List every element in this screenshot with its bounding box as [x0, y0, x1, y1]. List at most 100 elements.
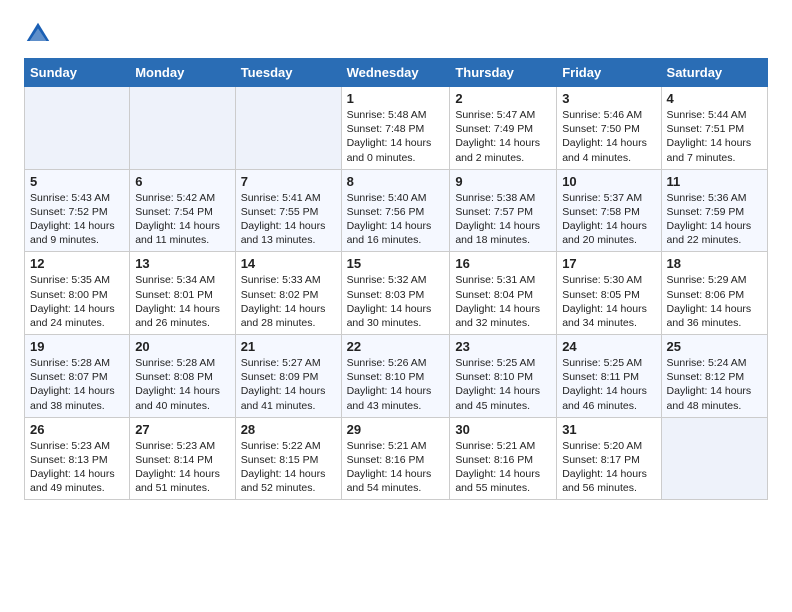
- day-number: 15: [347, 256, 445, 271]
- day-number: 11: [667, 174, 762, 189]
- day-number: 19: [30, 339, 124, 354]
- day-info: Sunrise: 5:32 AMSunset: 8:03 PMDaylight:…: [347, 273, 445, 330]
- weekday-header-tuesday: Tuesday: [235, 59, 341, 87]
- logo: [24, 20, 56, 48]
- day-cell: 16Sunrise: 5:31 AMSunset: 8:04 PMDayligh…: [450, 252, 557, 335]
- day-info: Sunrise: 5:38 AMSunset: 7:57 PMDaylight:…: [455, 191, 551, 248]
- day-number: 3: [562, 91, 655, 106]
- week-row-4: 19 Sunrise: 5:28 AMSunset: 8:07 PMDayligh…: [25, 335, 768, 418]
- week-row-1: 1 Sunrise: 5:48 AMSunset: 7:48 PMDaylight…: [25, 87, 768, 170]
- day-number: 23: [455, 339, 551, 354]
- day-info: Sunrise: 5:23 AMSunset: 8:14 PMDaylight:…: [135, 439, 230, 496]
- day-info: Sunrise: 5:27 AMSunset: 8:09 PMDaylight:…: [241, 356, 336, 413]
- weekday-header-row: SundayMondayTuesdayWednesdayThursdayFrid…: [25, 59, 768, 87]
- day-info: Sunrise: 5:25 AMSunset: 8:10 PMDaylight:…: [455, 356, 551, 413]
- weekday-header-monday: Monday: [130, 59, 236, 87]
- day-cell: [661, 417, 767, 500]
- day-number: 22: [347, 339, 445, 354]
- day-cell: 7 Sunrise: 5:41 AMSunset: 7:55 PMDaylight…: [235, 169, 341, 252]
- day-number: 18: [667, 256, 762, 271]
- day-cell: 13 Sunrise: 5:34 AMSunset: 8:01 PMDayligh…: [130, 252, 236, 335]
- day-info: Sunrise: 5:25 AMSunset: 8:11 PMDaylight:…: [562, 356, 655, 413]
- day-info: Sunrise: 5:21 AMSunset: 8:16 PMDaylight:…: [455, 439, 551, 496]
- day-number: 13: [135, 256, 230, 271]
- day-info: Sunrise: 5:33 AMSunset: 8:02 PMDaylight:…: [241, 273, 336, 330]
- weekday-header-friday: Friday: [557, 59, 661, 87]
- header: [24, 20, 768, 48]
- day-cell: 20 Sunrise: 5:28 AMSunset: 8:08 PMDayligh…: [130, 335, 236, 418]
- day-number: 2: [455, 91, 551, 106]
- day-number: 30: [455, 422, 551, 437]
- day-cell: [130, 87, 236, 170]
- day-info: Sunrise: 5:42 AMSunset: 7:54 PMDaylight:…: [135, 191, 230, 248]
- day-number: 26: [30, 422, 124, 437]
- day-number: 1: [347, 91, 445, 106]
- day-info: Sunrise: 5:41 AMSunset: 7:55 PMDaylight:…: [241, 191, 336, 248]
- day-cell: 24 Sunrise: 5:25 AMSunset: 8:11 PMDayligh…: [557, 335, 661, 418]
- day-number: 5: [30, 174, 124, 189]
- day-cell: [235, 87, 341, 170]
- day-cell: 22Sunrise: 5:26 AMSunset: 8:10 PMDayligh…: [341, 335, 450, 418]
- day-number: 8: [347, 174, 445, 189]
- day-info: Sunrise: 5:21 AMSunset: 8:16 PMDaylight:…: [347, 439, 445, 496]
- day-cell: 26 Sunrise: 5:23 AMSunset: 8:13 PMDayligh…: [25, 417, 130, 500]
- day-info: Sunrise: 5:24 AMSunset: 8:12 PMDaylight:…: [667, 356, 762, 413]
- day-info: Sunrise: 5:36 AMSunset: 7:59 PMDaylight:…: [667, 191, 762, 248]
- day-cell: 21 Sunrise: 5:27 AMSunset: 8:09 PMDayligh…: [235, 335, 341, 418]
- day-info: Sunrise: 5:40 AMSunset: 7:56 PMDaylight:…: [347, 191, 445, 248]
- day-cell: 27 Sunrise: 5:23 AMSunset: 8:14 PMDayligh…: [130, 417, 236, 500]
- day-info: Sunrise: 5:30 AMSunset: 8:05 PMDaylight:…: [562, 273, 655, 330]
- week-row-2: 5 Sunrise: 5:43 AMSunset: 7:52 PMDaylight…: [25, 169, 768, 252]
- day-number: 25: [667, 339, 762, 354]
- day-info: Sunrise: 5:43 AMSunset: 7:52 PMDaylight:…: [30, 191, 124, 248]
- day-cell: 1 Sunrise: 5:48 AMSunset: 7:48 PMDaylight…: [341, 87, 450, 170]
- week-row-5: 26 Sunrise: 5:23 AMSunset: 8:13 PMDayligh…: [25, 417, 768, 500]
- day-cell: 3 Sunrise: 5:46 AMSunset: 7:50 PMDaylight…: [557, 87, 661, 170]
- day-cell: 29Sunrise: 5:21 AMSunset: 8:16 PMDayligh…: [341, 417, 450, 500]
- day-info: Sunrise: 5:44 AMSunset: 7:51 PMDaylight:…: [667, 108, 762, 165]
- week-row-3: 12 Sunrise: 5:35 AMSunset: 8:00 PMDayligh…: [25, 252, 768, 335]
- day-cell: 10Sunrise: 5:37 AMSunset: 7:58 PMDayligh…: [557, 169, 661, 252]
- day-cell: 11 Sunrise: 5:36 AMSunset: 7:59 PMDayligh…: [661, 169, 767, 252]
- day-cell: 9 Sunrise: 5:38 AMSunset: 7:57 PMDaylight…: [450, 169, 557, 252]
- day-info: Sunrise: 5:47 AMSunset: 7:49 PMDaylight:…: [455, 108, 551, 165]
- day-info: Sunrise: 5:23 AMSunset: 8:13 PMDaylight:…: [30, 439, 124, 496]
- day-info: Sunrise: 5:28 AMSunset: 8:08 PMDaylight:…: [135, 356, 230, 413]
- day-info: Sunrise: 5:20 AMSunset: 8:17 PMDaylight:…: [562, 439, 655, 496]
- day-cell: 25 Sunrise: 5:24 AMSunset: 8:12 PMDayligh…: [661, 335, 767, 418]
- day-cell: 15 Sunrise: 5:32 AMSunset: 8:03 PMDayligh…: [341, 252, 450, 335]
- day-number: 27: [135, 422, 230, 437]
- day-info: Sunrise: 5:46 AMSunset: 7:50 PMDaylight:…: [562, 108, 655, 165]
- day-cell: 12 Sunrise: 5:35 AMSunset: 8:00 PMDayligh…: [25, 252, 130, 335]
- day-info: Sunrise: 5:31 AMSunset: 8:04 PMDaylight:…: [455, 273, 551, 330]
- day-number: 9: [455, 174, 551, 189]
- weekday-header-sunday: Sunday: [25, 59, 130, 87]
- day-cell: 6 Sunrise: 5:42 AMSunset: 7:54 PMDaylight…: [130, 169, 236, 252]
- day-number: 21: [241, 339, 336, 354]
- day-info: Sunrise: 5:35 AMSunset: 8:00 PMDaylight:…: [30, 273, 124, 330]
- day-cell: 30 Sunrise: 5:21 AMSunset: 8:16 PMDayligh…: [450, 417, 557, 500]
- day-cell: 18Sunrise: 5:29 AMSunset: 8:06 PMDayligh…: [661, 252, 767, 335]
- day-info: Sunrise: 5:22 AMSunset: 8:15 PMDaylight:…: [241, 439, 336, 496]
- day-number: 31: [562, 422, 655, 437]
- day-number: 20: [135, 339, 230, 354]
- day-cell: 2 Sunrise: 5:47 AMSunset: 7:49 PMDaylight…: [450, 87, 557, 170]
- day-cell: 31 Sunrise: 5:20 AMSunset: 8:17 PMDayligh…: [557, 417, 661, 500]
- day-number: 12: [30, 256, 124, 271]
- day-info: Sunrise: 5:37 AMSunset: 7:58 PMDaylight:…: [562, 191, 655, 248]
- weekday-header-thursday: Thursday: [450, 59, 557, 87]
- day-info: Sunrise: 5:48 AMSunset: 7:48 PMDaylight:…: [347, 108, 445, 165]
- day-cell: [25, 87, 130, 170]
- day-cell: 17Sunrise: 5:30 AMSunset: 8:05 PMDayligh…: [557, 252, 661, 335]
- day-number: 14: [241, 256, 336, 271]
- day-cell: 28Sunrise: 5:22 AMSunset: 8:15 PMDayligh…: [235, 417, 341, 500]
- day-number: 24: [562, 339, 655, 354]
- calendar: SundayMondayTuesdayWednesdayThursdayFrid…: [24, 58, 768, 500]
- day-info: Sunrise: 5:28 AMSunset: 8:07 PMDaylight:…: [30, 356, 124, 413]
- day-number: 6: [135, 174, 230, 189]
- weekday-header-saturday: Saturday: [661, 59, 767, 87]
- day-cell: 5 Sunrise: 5:43 AMSunset: 7:52 PMDaylight…: [25, 169, 130, 252]
- day-cell: 4Sunrise: 5:44 AMSunset: 7:51 PMDaylight…: [661, 87, 767, 170]
- day-info: Sunrise: 5:34 AMSunset: 8:01 PMDaylight:…: [135, 273, 230, 330]
- day-number: 7: [241, 174, 336, 189]
